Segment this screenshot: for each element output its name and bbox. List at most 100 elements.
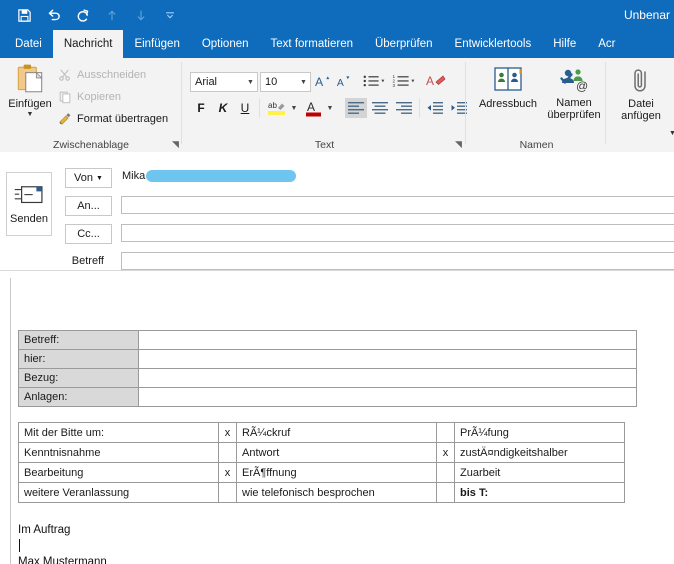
check-names-button[interactable]: @ Namen überprüfen	[544, 66, 604, 121]
svg-text:3: 3	[392, 83, 395, 88]
from-button[interactable]: Von ▼	[65, 168, 112, 188]
tab-datei[interactable]: Datei	[4, 30, 53, 58]
redo-icon[interactable]	[68, 2, 97, 28]
table-row: Bearbeitung x ErÃ¶ffnung Zuarbeit	[18, 462, 625, 483]
subject-label: Betreff	[71, 255, 104, 267]
tab-optionen[interactable]: Optionen	[191, 30, 260, 58]
clipboard-dialog-launcher-icon[interactable]: ◥	[172, 139, 179, 150]
inline-separator	[419, 98, 420, 118]
tasks-table: Mit der Bitte um: x RÃ¼ckruf PrÃ¼fung Ke…	[18, 422, 625, 503]
customize-qat-icon[interactable]	[155, 2, 184, 28]
save-icon[interactable]	[10, 2, 39, 28]
field-value-bezug[interactable]	[138, 368, 637, 388]
italic-label: K	[218, 101, 228, 115]
fields-table: Betreff: hier: Bezug: Anlagen:	[18, 330, 637, 407]
document-title: Unbenar	[623, 8, 670, 22]
task-checkbox-0-1[interactable]: x	[218, 422, 237, 443]
message-body[interactable]: Betreff: hier: Bezug: Anlagen: Mit der B…	[0, 272, 674, 564]
bold-button[interactable]: F	[192, 98, 210, 118]
attach-file-button[interactable]: Datei anfügen	[611, 66, 671, 122]
signature-line-1: Im Auftrag	[18, 524, 71, 536]
task-checkbox-1-1[interactable]	[218, 442, 237, 463]
task-checkbox-0-2[interactable]	[436, 422, 455, 443]
tab-text-formatieren[interactable]: Text formatieren	[260, 30, 364, 58]
field-value-betreff[interactable]	[138, 330, 637, 350]
address-book-label: Adressbuch	[478, 98, 538, 110]
to-button[interactable]: An...	[65, 196, 112, 216]
paste-button[interactable]: Einfügen ▼	[4, 62, 56, 138]
align-center-button[interactable]	[369, 98, 391, 118]
ribbon-group-clipboard: Einfügen ▼ Ausschneiden Kopieren Format …	[0, 58, 182, 152]
send-label: Senden	[10, 212, 48, 225]
ribbon-tab-strip: Datei Nachricht Einfügen Optionen Text f…	[0, 30, 674, 58]
tab-ueberpruefen[interactable]: Überprüfen	[364, 30, 444, 58]
text-cursor	[19, 539, 20, 552]
bullet-list-button[interactable]	[361, 71, 387, 91]
cc-button[interactable]: Cc...	[65, 224, 112, 244]
font-color-button[interactable]: A	[303, 97, 325, 119]
underline-button[interactable]: U	[236, 98, 254, 118]
previous-item-icon	[97, 2, 126, 28]
svg-text:A: A	[337, 78, 344, 89]
undo-icon[interactable]	[39, 2, 68, 28]
align-left-button[interactable]	[345, 98, 367, 118]
copy-button: Kopieren	[58, 90, 121, 104]
table-row: weitere Veranlassung wie telefonisch bes…	[18, 482, 625, 503]
subject-input[interactable]	[121, 252, 674, 270]
numbered-list-button[interactable]: 1 2 3	[391, 71, 417, 91]
to-label: An...	[77, 200, 100, 212]
send-icon	[14, 185, 43, 203]
svg-text:A: A	[426, 74, 434, 88]
address-book-button[interactable]: Adressbuch	[474, 66, 542, 110]
redaction-overlay	[146, 170, 296, 182]
attach-file-label-line1: Datei	[628, 98, 654, 110]
attach-file-dropdown-icon[interactable]: ▼	[669, 130, 674, 137]
tab-nachricht[interactable]: Nachricht	[52, 30, 124, 58]
bold-label: F	[197, 101, 205, 115]
task-checkbox-2-2[interactable]	[436, 462, 455, 483]
align-center-icon	[372, 102, 388, 114]
task-checkbox-1-2[interactable]: x	[436, 442, 455, 463]
highlight-dropdown-icon[interactable]: ▼	[289, 102, 299, 114]
clipboard-group-label: Zwischenablage	[53, 139, 129, 151]
clear-formatting-button[interactable]: A	[424, 70, 448, 92]
send-button[interactable]: Senden	[6, 172, 52, 236]
shrink-font-button[interactable]: A	[334, 71, 353, 91]
highlight-button[interactable]: ab	[265, 97, 289, 119]
field-value-anlagen[interactable]	[138, 387, 637, 407]
chevron-down-icon[interactable]: ▼	[297, 79, 310, 86]
align-right-button[interactable]	[393, 98, 415, 118]
grow-font-button[interactable]: A	[313, 71, 332, 91]
from-label: Von	[74, 172, 94, 184]
tab-entwicklertools[interactable]: Entwicklertools	[444, 30, 543, 58]
tab-acrobat[interactable]: Acr	[587, 30, 626, 58]
paste-label: Einfügen	[8, 98, 52, 110]
group-separator	[605, 62, 606, 144]
format-painter-button[interactable]: Format übertragen	[58, 112, 168, 126]
field-value-hier[interactable]	[138, 349, 637, 369]
decrease-indent-button[interactable]	[424, 98, 446, 118]
chevron-down-icon[interactable]: ▼	[96, 175, 103, 182]
task-checkbox-2-1[interactable]: x	[218, 462, 237, 483]
to-input[interactable]	[121, 196, 674, 214]
tab-hilfe[interactable]: Hilfe	[542, 30, 587, 58]
italic-button[interactable]: K	[214, 98, 232, 118]
body-left-rule	[10, 278, 11, 564]
font-color-dropdown-icon[interactable]: ▼	[325, 102, 335, 114]
numbered-list-icon: 1 2 3	[392, 74, 415, 88]
next-item-icon	[126, 2, 155, 28]
ribbon-group-text: Arial ▼ 10 ▼ A A 1 2 3 A F K U ab ▼ A ▼ …	[183, 58, 467, 152]
group-separator	[465, 62, 466, 144]
task-checkbox-3-2[interactable]	[436, 482, 455, 503]
field-label-betreff: Betreff:	[18, 330, 139, 350]
cc-input[interactable]	[121, 224, 674, 242]
task-checkbox-3-1[interactable]	[218, 482, 237, 503]
chevron-down-icon[interactable]: ▼	[244, 79, 257, 86]
font-size-combo[interactable]: 10 ▼	[260, 72, 311, 92]
font-size-value: 10	[265, 76, 278, 88]
text-dialog-launcher-icon[interactable]: ◥	[455, 139, 462, 150]
font-family-combo[interactable]: Arial ▼	[190, 72, 258, 92]
paste-dropdown-icon[interactable]: ▼	[27, 111, 34, 118]
tab-einfuegen[interactable]: Einfügen	[123, 30, 190, 58]
cc-label: Cc...	[77, 228, 100, 240]
